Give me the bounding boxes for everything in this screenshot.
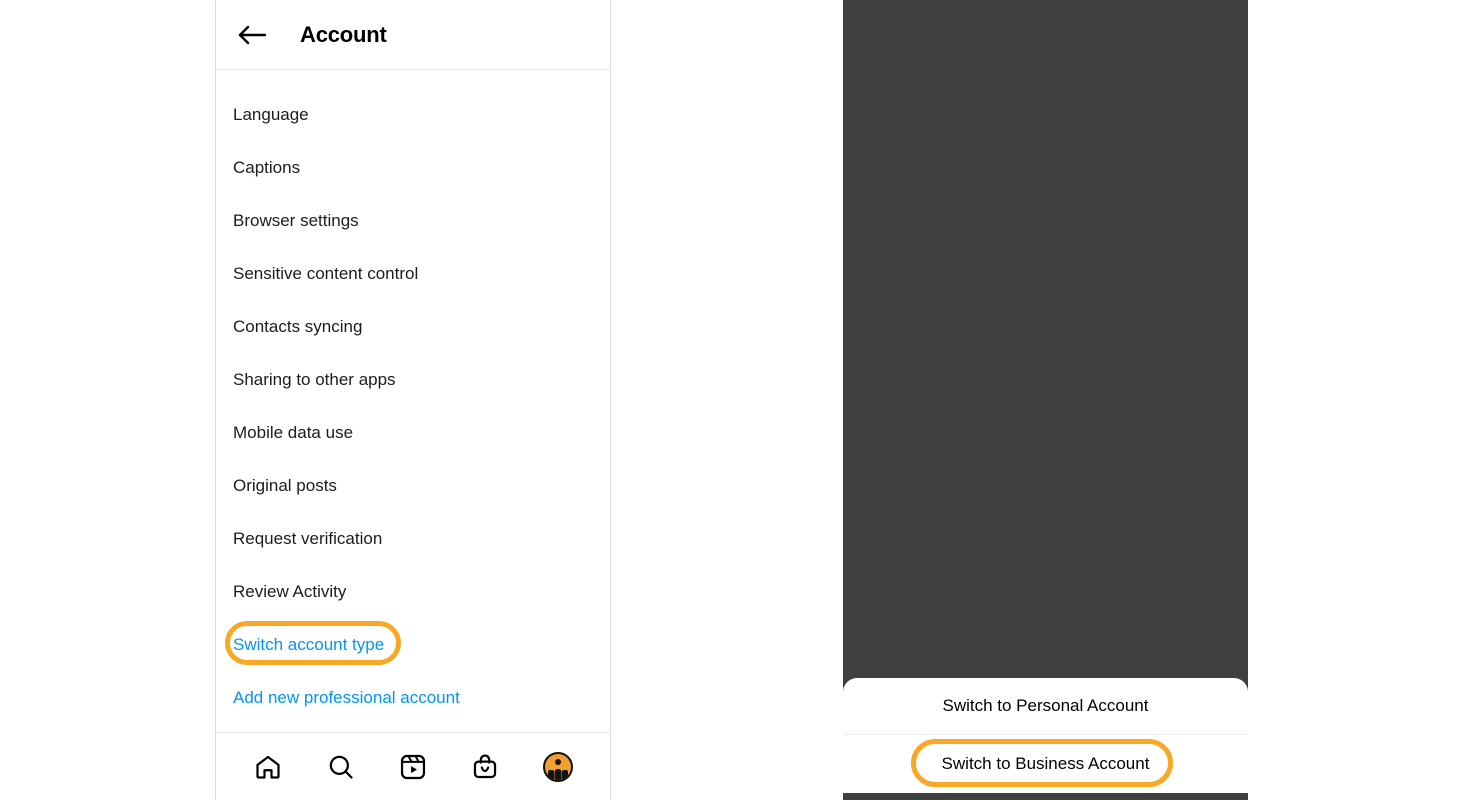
chevron-right-icon: › xyxy=(1230,620,1236,639)
list-item-label: Browser settings xyxy=(233,210,359,230)
bottom-navigation-bar xyxy=(216,732,610,800)
list-item-label: Sensitive content control xyxy=(848,290,1034,310)
list-item-request-verification[interactable]: Request verification › xyxy=(843,512,1248,559)
list-item-label: Original photos xyxy=(848,478,963,498)
reels-icon[interactable] xyxy=(391,745,435,789)
avatar-mouth xyxy=(554,768,562,780)
search-icon[interactable] xyxy=(319,745,363,789)
action-sheet-option-label: Switch to Business Account xyxy=(941,753,1150,773)
list-item-language[interactable]: Language › xyxy=(843,183,1248,230)
list-item-sharing-to-other-apps[interactable]: Sharing to other apps › xyxy=(843,371,1248,418)
chevron-right-icon: › xyxy=(1230,573,1236,592)
list-item-delete-account[interactable]: Delete account › xyxy=(843,606,1248,653)
shop-bag-icon[interactable] xyxy=(463,745,507,789)
account-settings-list: Close friends › Account status › Avatar … xyxy=(843,36,1248,700)
chevron-right-icon: › xyxy=(1230,103,1236,122)
list-item-request-verification[interactable]: Request verification xyxy=(216,512,610,565)
list-item-review-activity[interactable]: Review Activity xyxy=(216,565,610,618)
page-title: Account xyxy=(1011,7,1080,27)
chevron-right-icon: › xyxy=(1230,432,1236,451)
chevron-right-icon: › xyxy=(1230,385,1236,404)
list-item-data-usage[interactable]: Data usage › xyxy=(843,418,1248,465)
list-item-label: Captions xyxy=(848,243,916,263)
list-item-original-photos[interactable]: Original photos › xyxy=(843,465,1248,512)
list-item-label: Captions xyxy=(233,157,301,177)
list-item-label: Original posts xyxy=(233,475,337,495)
switch-account-action-sheet: Switch to Personal Account Switch to Bus… xyxy=(843,678,1248,793)
list-item-label: Request verification xyxy=(233,528,383,548)
list-item-label: Contacts syncing xyxy=(233,316,363,336)
avatar-eye xyxy=(554,758,561,765)
list-item-label: Switch account type xyxy=(233,634,385,654)
list-item-label: Account status xyxy=(848,102,960,122)
left-panel-header: Account xyxy=(216,0,610,70)
list-item-label: Review Activity xyxy=(233,581,347,601)
list-item-label: Data usage xyxy=(848,431,935,451)
chevron-right-icon: › xyxy=(1230,244,1236,263)
list-item-avatar[interactable]: Avatar › xyxy=(843,136,1248,183)
chevron-right-icon: › xyxy=(1230,150,1236,169)
list-item-label: Delete account xyxy=(848,619,962,639)
list-item-label: Sharing to other apps xyxy=(848,384,1011,404)
list-item-label: Mobile data use xyxy=(233,422,354,442)
list-item-label: Avatar xyxy=(848,149,897,169)
screenshot-root: Account Language Captions Browser settin… xyxy=(0,0,1460,800)
list-item-language[interactable]: Language xyxy=(216,88,610,141)
list-item-label: Sensitive content control xyxy=(233,263,419,283)
list-item-contacts-syncing[interactable]: Contacts syncing › xyxy=(843,324,1248,371)
list-item-contacts-syncing[interactable]: Contacts syncing xyxy=(216,300,610,353)
list-item-label: Sharing to other apps xyxy=(233,369,396,389)
list-item-close-friends[interactable]: Close friends › xyxy=(843,42,1248,89)
list-item-switch-account-type[interactable]: Switch account type xyxy=(216,618,610,671)
profile-avatar-icon[interactable] xyxy=(536,745,580,789)
list-item-label: Review activity xyxy=(848,572,961,592)
list-item-label: Contacts syncing xyxy=(848,337,978,357)
chevron-right-icon: › xyxy=(1230,56,1236,75)
chevron-right-icon: › xyxy=(1230,291,1236,310)
list-item-label: Language xyxy=(848,196,924,216)
home-icon[interactable] xyxy=(246,745,290,789)
sheet-bottom-strip xyxy=(843,793,1248,800)
page-title: Account xyxy=(300,21,387,47)
list-item-label: Add new professional account xyxy=(233,687,460,707)
list-item-captions[interactable]: Captions › xyxy=(843,230,1248,277)
list-item-captions[interactable]: Captions xyxy=(216,141,610,194)
chevron-right-icon: › xyxy=(1230,197,1236,216)
list-item-original-posts[interactable]: Original posts xyxy=(216,459,610,512)
action-sheet-option-personal[interactable]: Switch to Personal Account xyxy=(843,678,1248,735)
account-settings-list: Language Captions Browser settings Sensi… xyxy=(216,70,610,724)
list-item-browser-settings[interactable]: Browser settings xyxy=(216,194,610,247)
avatar xyxy=(542,751,573,782)
list-item-sensitive-content-control[interactable]: Sensitive content control xyxy=(216,247,610,300)
list-item-add-new-professional-account[interactable]: Add new professional account xyxy=(216,671,610,724)
left-phone-panel: Account Language Captions Browser settin… xyxy=(215,0,611,800)
chevron-right-icon: › xyxy=(1230,479,1236,498)
list-item-account-status[interactable]: Account status › xyxy=(843,89,1248,136)
right-panel-header: Account xyxy=(843,0,1248,36)
action-sheet-option-business[interactable]: Switch to Business Account xyxy=(843,735,1248,792)
chevron-left-icon[interactable] xyxy=(847,0,877,26)
chevron-right-icon: › xyxy=(1230,338,1236,357)
back-arrow-icon[interactable] xyxy=(234,17,270,53)
right-phone-panel: Account Close friends › Account status ›… xyxy=(843,0,1248,800)
list-item-label: Language xyxy=(233,104,309,124)
list-item-label: Request verification xyxy=(848,525,998,545)
list-item-label: Close friends xyxy=(848,55,948,75)
list-item-sensitive-content-control[interactable]: Sensitive content control › xyxy=(843,277,1248,324)
list-item-mobile-data-use[interactable]: Mobile data use xyxy=(216,406,610,459)
list-item-sharing-to-other-apps[interactable]: Sharing to other apps xyxy=(216,353,610,406)
chevron-right-icon: › xyxy=(1230,526,1236,545)
action-sheet-option-label: Switch to Personal Account xyxy=(942,696,1149,715)
list-item-review-activity[interactable]: Review activity › xyxy=(843,559,1248,606)
